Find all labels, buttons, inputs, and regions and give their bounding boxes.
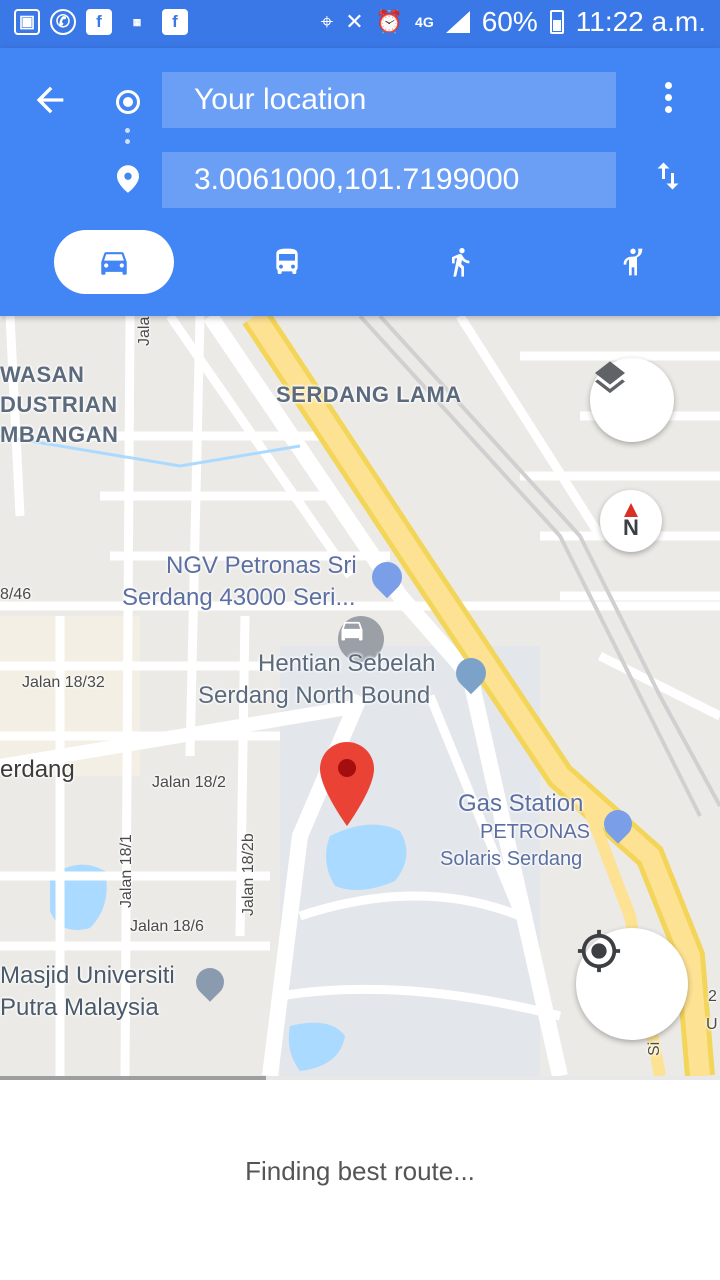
battery-icon <box>549 10 564 34</box>
tab-transit[interactable] <box>227 230 347 294</box>
poi-masjid-sub[interactable]: Putra Malaysia <box>0 994 159 1022</box>
battery-percent: 60% <box>481 6 538 37</box>
back-button[interactable] <box>30 80 74 124</box>
map-label-serdang: erdang <box>0 756 75 783</box>
train-icon <box>276 248 298 274</box>
street-label: Jalan 18/2b <box>240 833 257 916</box>
route-dots-icon <box>125 128 131 152</box>
map-label-area: DUSTRIAN <box>0 392 118 417</box>
facebook-icon: f <box>86 9 112 35</box>
destination-marker-icon[interactable] <box>320 742 374 826</box>
signal-icon <box>445 11 470 33</box>
notification-icons: ▣ ✆ f ▦ f <box>14 9 188 35</box>
location-icon: ⌖ <box>320 9 334 34</box>
car-icon <box>341 621 363 641</box>
map-label-area: WASAN <box>0 362 85 387</box>
origin-marker-icon <box>116 90 140 114</box>
hail-icon <box>623 248 643 276</box>
street-label: 8/46 <box>0 586 32 603</box>
street-label: 2 <box>708 988 717 1005</box>
street-label: Jalan 18/6 <box>130 918 204 935</box>
compass-button[interactable]: N <box>600 490 662 552</box>
destination-field[interactable]: 3.0061000,101.7199000 <box>162 152 616 208</box>
poi-ngv-petronas[interactable]: NGV Petronas Sri <box>166 552 357 580</box>
map-view[interactable]: WASAN DUSTRIAN MBANGAN SERDANG LAMA NGV … <box>0 316 720 1076</box>
tab-drive[interactable] <box>54 230 174 294</box>
poi-gas-station-name[interactable]: Solaris Serdang <box>440 848 582 871</box>
directions-header: Your location 3.0061000,101.7199000 <box>0 48 720 316</box>
network-type: 4G <box>415 14 434 30</box>
facebook-icon: f <box>162 9 188 35</box>
poi-hentian[interactable]: Hentian Sebelah <box>258 650 435 678</box>
alarm-icon: ⏰ <box>375 9 404 34</box>
walk-icon <box>452 248 470 277</box>
travel-mode-tabs <box>0 230 720 294</box>
my-location-icon <box>577 929 621 973</box>
poi-hentian-sub[interactable]: Serdang North Bound <box>198 682 430 710</box>
poi-masjid[interactable]: Masjid Universiti <box>0 962 175 990</box>
street-label: U <box>706 1016 718 1033</box>
finding-route-text: Finding best route... <box>245 1156 475 1186</box>
map-label-serdang-lama: SERDANG LAMA <box>276 382 462 407</box>
route-sheet: Finding best route... <box>0 1076 720 1280</box>
street-label: Jalan 18/2 <box>152 774 226 791</box>
arrow-back-icon <box>36 86 64 114</box>
compass-label: N <box>623 515 639 540</box>
origin-field[interactable]: Your location <box>162 72 616 128</box>
street-label: Jalan 1 <box>136 316 153 346</box>
status-bar: ▣ ✆ f ▦ f ⌖ ✕ ⏰ 4G 60% 11:22 a.m. <box>0 0 720 48</box>
destination-pin-icon <box>117 165 139 193</box>
swap-button[interactable] <box>650 156 686 196</box>
image-icon: ▣ <box>14 9 40 35</box>
app-icon: ▦ <box>132 16 142 27</box>
my-location-button[interactable] <box>576 928 688 1040</box>
tab-walk[interactable] <box>400 230 520 294</box>
map-label-area: MBANGAN <box>0 422 119 447</box>
clock: 11:22 a.m. <box>575 6 706 37</box>
tab-ride-hailing[interactable] <box>573 230 693 294</box>
loading-progress-bar <box>0 1076 720 1080</box>
street-label: Jalan 18/1 <box>118 834 135 908</box>
poi-ngv-petronas-sub[interactable]: Serdang 43000 Seri... <box>122 584 356 612</box>
layers-button[interactable] <box>590 358 674 442</box>
swap-vertical-icon <box>657 162 679 190</box>
poi-gas-station-brand[interactable]: PETRONAS <box>480 821 590 844</box>
system-icons: ⌖ ✕ ⏰ 4G 60% 11:22 a.m. <box>321 6 706 38</box>
layers-icon <box>595 361 625 394</box>
street-label: Si <box>646 1041 663 1056</box>
car-icon <box>101 252 127 275</box>
more-options-button[interactable] <box>654 82 682 122</box>
whatsapp-icon: ✆ <box>50 9 76 35</box>
poi-gas-station[interactable]: Gas Station <box>458 790 583 818</box>
loading-progress-fill <box>0 1076 267 1080</box>
street-label: Jalan 18/32 <box>22 674 105 691</box>
mute-icon: ✕ <box>345 9 364 34</box>
